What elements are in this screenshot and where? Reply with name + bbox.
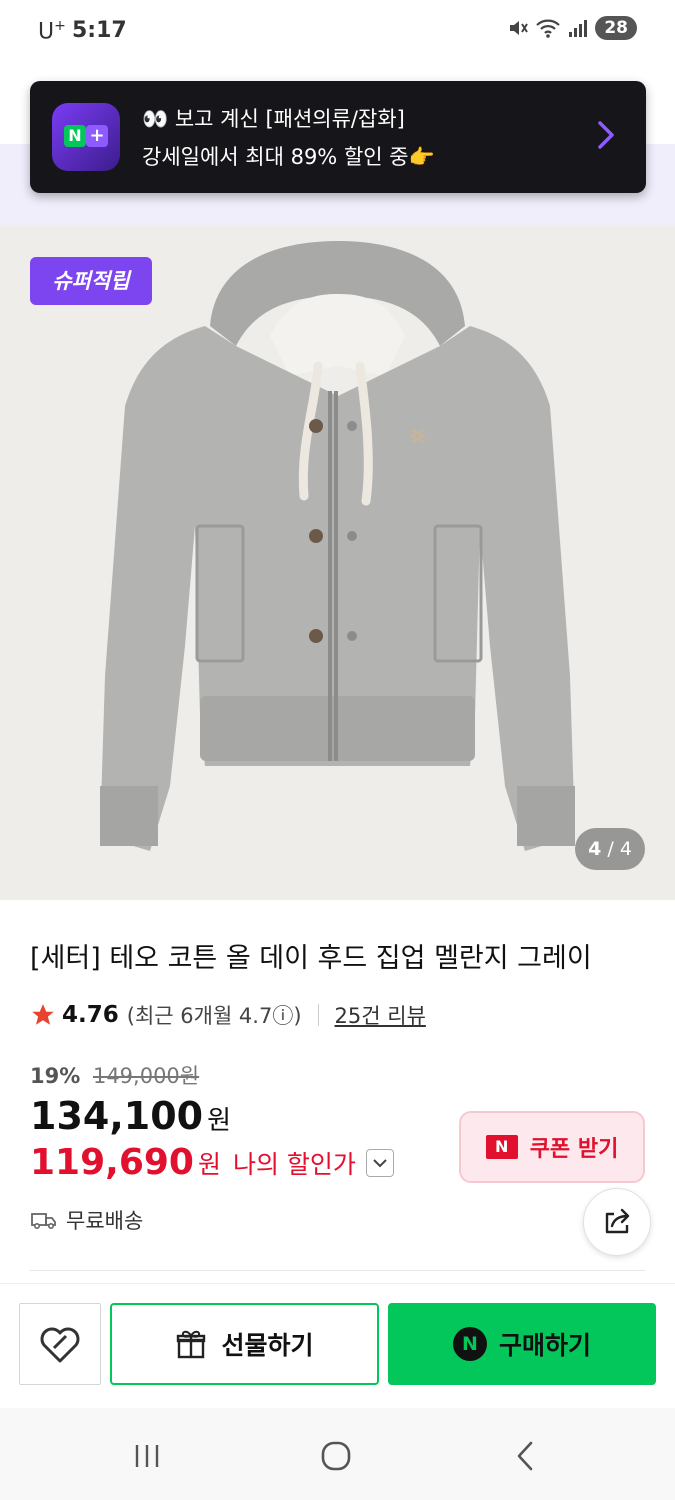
- naver-plus-logo: N +: [52, 103, 120, 171]
- purchase-action-bar: 선물하기 N 구매하기: [0, 1283, 675, 1408]
- section-divider: [30, 1270, 645, 1271]
- rating-row: 4.76 (최근 6개월 4.7ⓘ) 25건 리뷰: [30, 1000, 426, 1030]
- my-price-label: 나의 할인가: [232, 1149, 356, 1179]
- discount-row: 19% 149,000원: [30, 1060, 199, 1090]
- recent-apps-icon: [135, 1445, 159, 1467]
- chevron-right-icon[interactable]: [596, 119, 616, 151]
- wishlist-button[interactable]: [19, 1303, 101, 1385]
- sale-price-unit: 원: [207, 1106, 231, 1136]
- naver-n-icon: N: [485, 1135, 518, 1159]
- back-button[interactable]: [495, 1436, 555, 1476]
- toast-title: 👀 보고 계신 [패션의류/잡화]: [142, 107, 405, 131]
- wifi-icon: [536, 19, 561, 38]
- original-price: 149,000원: [92, 1064, 200, 1088]
- star-icon: [32, 1004, 54, 1025]
- sale-price: 134,100 원: [30, 1094, 231, 1138]
- review-count-link[interactable]: 25건 리뷰: [335, 1000, 426, 1030]
- coupon-button-label: 쿠폰 받기: [529, 1137, 619, 1162]
- shipping-info: 무료배송: [30, 1205, 143, 1235]
- image-counter: 4 / 4: [575, 828, 645, 870]
- hoodie-image: [100, 241, 575, 851]
- heart-icon: [40, 1327, 80, 1363]
- rating-score: 4.76: [62, 1002, 119, 1028]
- home-icon: [321, 1441, 351, 1471]
- recent-apps-button[interactable]: [117, 1436, 177, 1476]
- naver-pay-icon: N: [452, 1327, 487, 1361]
- truck-icon: [31, 1213, 56, 1230]
- my-discount-price[interactable]: 119,690 원 나의 할인가: [30, 1142, 394, 1183]
- product-title: [세터] 테오 코튼 올 데이 후드 집업 멜란지 그레이: [30, 943, 592, 974]
- home-button[interactable]: [306, 1436, 366, 1476]
- gift-button[interactable]: 선물하기: [110, 1303, 379, 1385]
- system-nav-bar: [0, 1408, 675, 1500]
- my-price-unit: 원: [197, 1149, 221, 1179]
- discount-percent: 19%: [30, 1064, 81, 1088]
- battery-level: 28: [595, 16, 637, 40]
- coupon-button[interactable]: N 쿠폰 받기: [459, 1111, 645, 1183]
- rating-recent[interactable]: (최근 6개월 4.7ⓘ): [127, 1000, 302, 1030]
- sale-toast[interactable]: N + 👀 보고 계신 [패션의류/잡화] 강세일에서 최대 89% 할인 중👉: [30, 81, 646, 193]
- signal-icon: [569, 20, 588, 37]
- toast-message: 강세일에서 최대 89% 할인 중👉: [142, 145, 435, 169]
- status-bar: U+ 5:17 28: [0, 0, 675, 64]
- sale-price-value: 134,100: [30, 1094, 204, 1138]
- gift-icon: [177, 1330, 206, 1359]
- my-price-value: 119,690: [30, 1142, 194, 1183]
- super-points-badge: 슈퍼적립: [30, 257, 152, 305]
- divider: [317, 1004, 319, 1026]
- shipping-label: 무료배송: [66, 1209, 144, 1233]
- buy-button-label: 구매하기: [498, 1331, 591, 1360]
- status-icons: 28: [507, 16, 637, 40]
- share-button[interactable]: [583, 1188, 651, 1256]
- gift-button-label: 선물하기: [221, 1331, 314, 1360]
- chevron-down-icon[interactable]: [365, 1148, 394, 1177]
- share-icon: [605, 1208, 630, 1234]
- back-icon: [517, 1441, 533, 1471]
- mute-icon: [510, 21, 529, 35]
- buy-button[interactable]: N 구매하기: [388, 1303, 656, 1385]
- carrier-label: U+: [38, 18, 66, 45]
- status-time: 5:17: [72, 18, 127, 43]
- product-image[interactable]: 슈퍼적립 4 / 4: [0, 226, 675, 900]
